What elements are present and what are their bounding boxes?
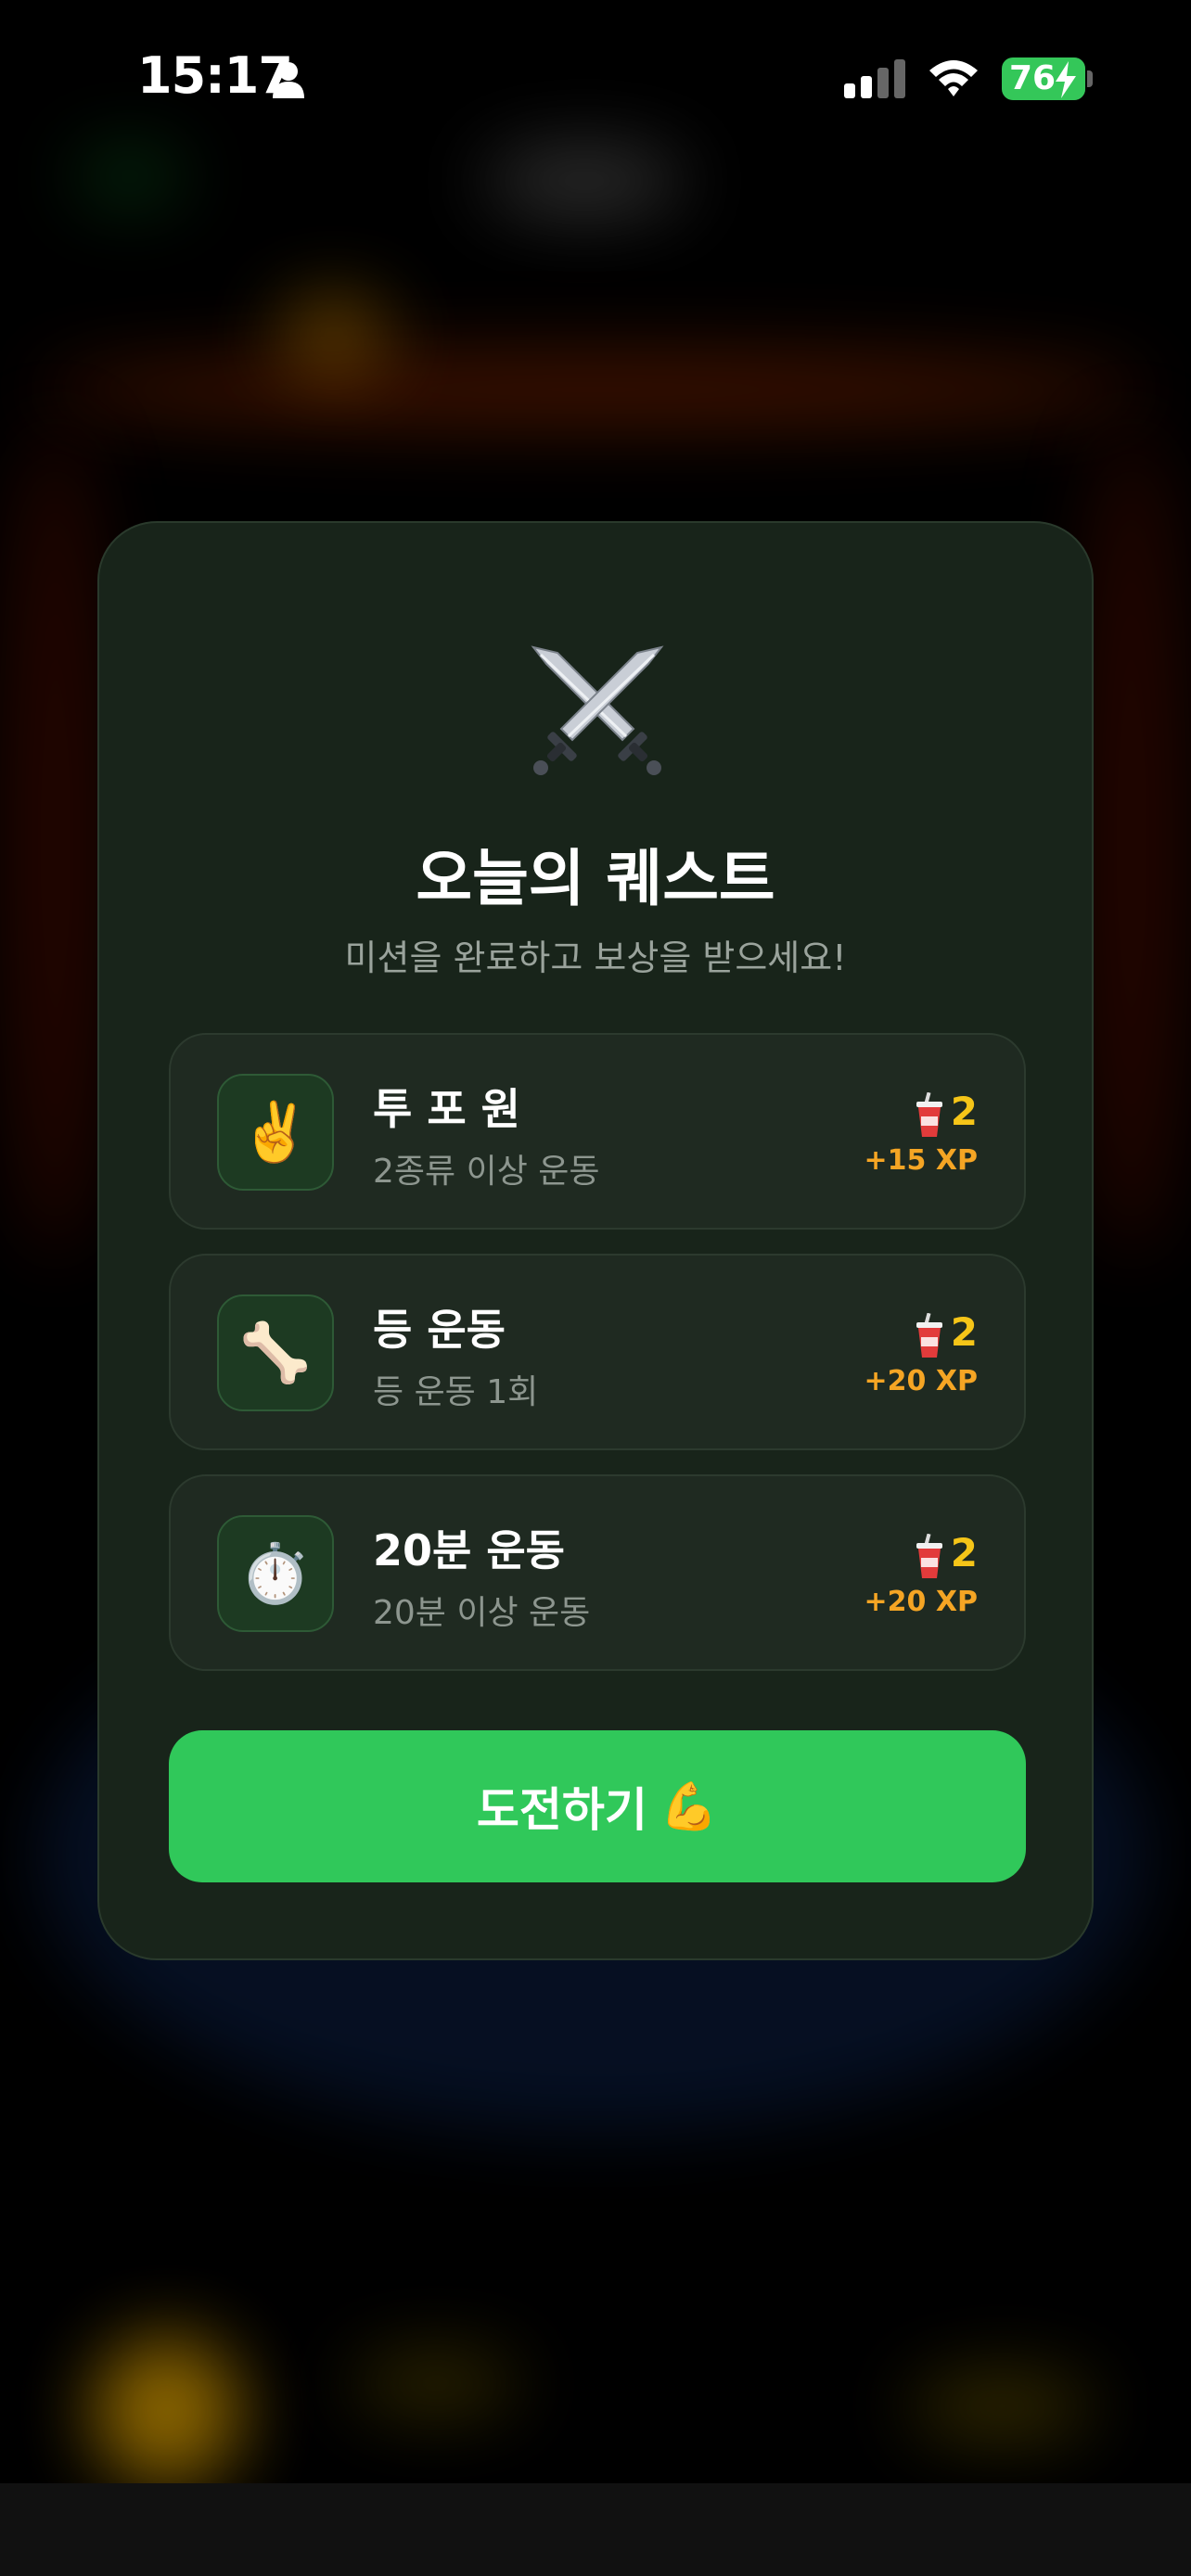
battery-charging-icon xyxy=(1056,61,1076,98)
wifi-icon xyxy=(929,60,978,96)
status-time: 15:17 xyxy=(137,46,293,105)
reward-count: 2 xyxy=(950,1089,978,1134)
victory-hand-icon: ✌️ xyxy=(217,1074,334,1191)
battery-cap xyxy=(1087,70,1093,87)
flexed-biceps-icon: 💪 xyxy=(660,1779,719,1833)
crossed-swords-icon xyxy=(531,645,664,775)
quest-description: 2종류 이상 운동 xyxy=(373,1153,600,1191)
reward-count: 2 xyxy=(950,1309,978,1355)
status-bar: 15:17 76 xyxy=(0,0,1191,158)
modal-subtitle: 미션을 완료하고 보상을 받으세요! xyxy=(344,937,847,978)
quest-description: 20분 이상 운동 xyxy=(373,1594,591,1632)
quest-description: 등 운동 1회 xyxy=(373,1373,539,1411)
challenge-button-label: 도전하기 xyxy=(476,1783,647,1837)
bone-icon: 🦴 xyxy=(217,1294,334,1411)
signal-icon xyxy=(844,59,905,98)
reward-xp: +20 XP xyxy=(864,1365,978,1397)
quest-card[interactable]: ⏱️ 20분 운동 20분 이상 운동 2 +20 XP xyxy=(169,1474,1026,1671)
modal-title: 오늘의 퀘스트 xyxy=(416,843,775,914)
quest-title: 20분 운동 xyxy=(373,1525,565,1575)
daily-quest-modal: 오늘의 퀘스트 미션을 완료하고 보상을 받으세요! ✌️ 투 포 원 2종류 … xyxy=(97,521,1094,1960)
quest-title: 등 운동 xyxy=(373,1305,506,1355)
quest-title: 투 포 원 xyxy=(373,1084,520,1134)
quest-card[interactable]: 🦴 등 운동 등 운동 1회 2 +20 XP xyxy=(169,1254,1026,1450)
cup-icon xyxy=(916,1534,942,1578)
home-indicator-area xyxy=(0,2483,1191,2576)
cup-icon xyxy=(916,1092,942,1137)
challenge-button[interactable]: 도전하기 💪 xyxy=(169,1730,1026,1882)
quest-card[interactable]: ✌️ 투 포 원 2종류 이상 운동 2 +15 XP xyxy=(169,1033,1026,1230)
reward-xp: +20 XP xyxy=(864,1586,978,1618)
cup-icon xyxy=(916,1313,942,1358)
person-icon xyxy=(273,62,304,98)
stopwatch-icon: ⏱️ xyxy=(217,1515,334,1632)
reward-count: 2 xyxy=(950,1530,978,1575)
reward-xp: +15 XP xyxy=(864,1144,978,1177)
